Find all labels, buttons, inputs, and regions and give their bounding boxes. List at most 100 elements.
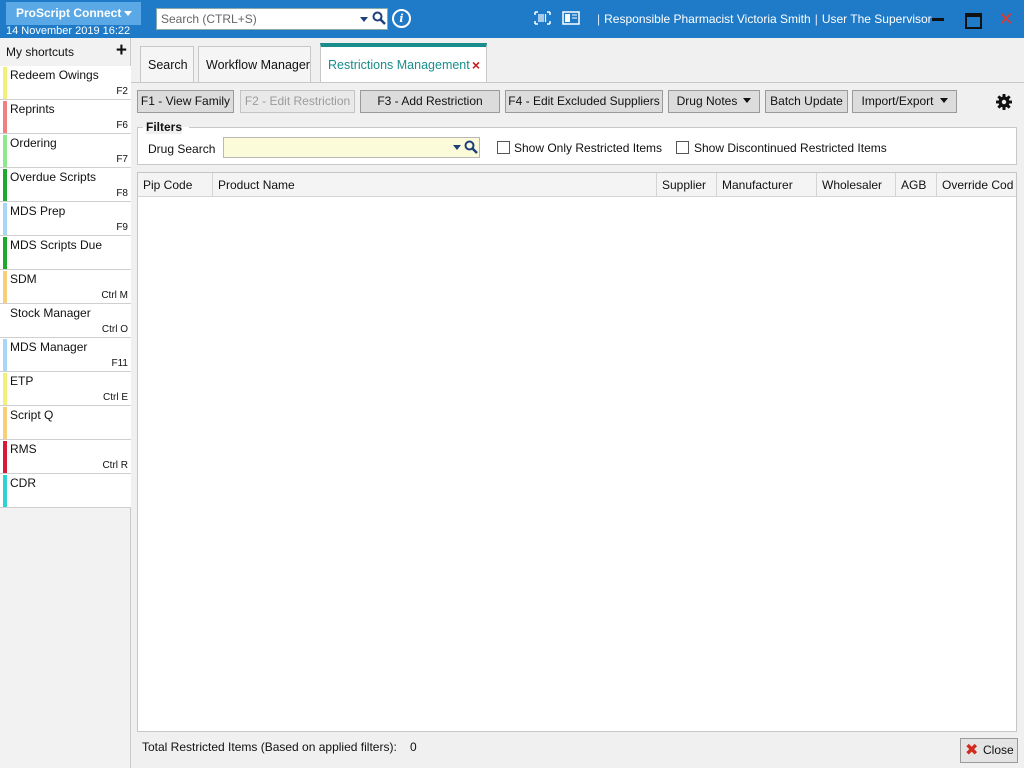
user-name[interactable]: The Supervisor [850,12,931,26]
shortcut-item[interactable]: SDM Ctrl M [0,270,131,304]
restrictions-grid[interactable]: Pip Code Product Name Supplier Manufactu… [137,172,1017,732]
shortcut-item[interactable]: CDR [0,474,131,508]
shortcut-key: Ctrl R [102,460,128,471]
column-header-product-name[interactable]: Product Name [213,173,657,197]
shortcut-color-bar [3,475,7,507]
tab-restrictions-management[interactable]: Restrictions Management × [320,43,487,83]
minimize-button[interactable] [929,10,947,28]
drug-notes-dropdown[interactable]: Drug Notes [668,90,760,113]
close-button[interactable]: ✖ Close [960,738,1018,763]
drug-search-input[interactable] [224,138,444,157]
shortcut-item[interactable]: Reprints F6 [0,100,131,134]
shortcut-key: Ctrl O [101,324,128,335]
shortcut-label: Stock Manager [10,306,91,320]
tab-search[interactable]: Search [140,46,194,82]
shortcut-color-bar [3,169,7,201]
global-search-box[interactable] [156,8,388,30]
batch-update-button[interactable]: Batch Update [765,90,848,113]
shortcuts-title: My shortcuts [6,45,75,59]
shortcut-item[interactable]: MDS Prep F9 [0,202,131,236]
tab-label: Restrictions Management [328,58,470,72]
drug-notes-label: Drug Notes [676,94,738,108]
edit-restriction-button[interactable]: F2 - Edit Restriction [240,90,355,113]
shortcut-item[interactable]: MDS Manager F11 [0,338,131,372]
search-icon[interactable] [464,140,478,154]
close-tab-icon[interactable]: × [472,47,480,84]
shortcut-item[interactable]: Ordering F7 [0,134,131,168]
global-search-input[interactable] [157,9,347,29]
shortcut-color-bar [3,305,7,337]
close-button-label: Close [983,743,1014,757]
drug-search-label: Drug Search [148,142,216,156]
shortcut-label: ETP [10,374,34,388]
shortcut-label: RMS [10,442,37,456]
shortcut-item[interactable]: ETP Ctrl E [0,372,131,406]
shortcut-key: F11 [111,358,129,369]
maximize-button[interactable] [963,10,982,29]
shortcut-item[interactable]: Script Q [0,406,131,440]
shortcut-color-bar [3,101,7,133]
shortcut-label: Script Q [10,408,54,422]
shortcut-color-bar [3,67,7,99]
show-only-restricted-label[interactable]: Show Only Restricted Items [514,141,662,155]
tab-label: Workflow Manager [206,58,310,72]
shortcuts-header: My shortcuts + [0,38,131,66]
shortcut-item[interactable]: Overdue Scripts F8 [0,168,131,202]
shortcut-color-bar [3,135,7,167]
column-header-wholesaler[interactable]: Wholesaler [817,173,896,197]
show-discontinued-checkbox[interactable] [676,141,689,154]
shortcut-key: Ctrl M [101,290,128,301]
total-restricted-label: Total Restricted Items (Based on applied… [142,740,397,754]
shortcut-color-bar [3,441,7,473]
close-window-icon[interactable]: ✕ [997,10,1015,28]
chevron-down-icon [124,11,132,16]
main-panel: Search Workflow Manager Restrictions Man… [131,38,1024,768]
shortcut-key: F2 [116,86,128,97]
search-dropdown-icon[interactable] [360,17,368,22]
shortcut-color-bar [3,271,7,303]
column-header-manufacturer[interactable]: Manufacturer [717,173,817,197]
shortcut-key: F9 [116,222,128,233]
grid-header: Pip Code Product Name Supplier Manufactu… [138,173,1016,197]
shortcut-item[interactable]: Redeem Owings F2 [0,66,131,100]
shortcut-color-bar [3,373,7,405]
tab-workflow-manager[interactable]: Workflow Manager [198,46,311,82]
shortcut-label: MDS Manager [10,340,88,354]
column-header-override-code[interactable]: Override Cod [937,173,1016,197]
shortcuts-sidebar: My shortcuts + Redeem Owings F2 Reprints F6… [0,38,131,768]
shortcut-color-bar [3,407,7,439]
app-menu-button[interactable]: ProScript Connect [6,2,141,25]
import-export-dropdown[interactable]: Import/Export [852,90,957,113]
column-header-agb[interactable]: AGB [896,173,937,197]
shortcut-label: Ordering [10,136,57,150]
shortcut-item[interactable]: MDS Scripts Due [0,236,131,270]
shortcut-label: Reprints [10,102,55,116]
column-header-supplier[interactable]: Supplier [657,173,717,197]
chevron-down-icon [743,98,752,103]
shortcut-item[interactable]: Stock Manager Ctrl O [0,304,131,338]
shortcut-item[interactable]: RMS Ctrl R [0,440,131,474]
gear-icon[interactable] [996,94,1012,110]
total-restricted-count: 0 [410,740,417,754]
drug-search-combobox[interactable] [223,137,480,158]
add-shortcut-icon[interactable]: + [116,41,127,61]
user-label: User [821,12,848,26]
shortcut-color-bar [3,339,7,371]
search-icon[interactable] [372,11,386,25]
edit-excluded-suppliers-button[interactable]: F4 - Edit Excluded Suppliers [505,90,663,113]
column-header-pip-code[interactable]: Pip Code [138,173,213,197]
import-export-label: Import/Export [861,94,934,108]
add-restriction-button[interactable]: F3 - Add Restriction [360,90,500,113]
pharmacist-name[interactable]: Victoria Smith [737,12,811,26]
info-icon[interactable]: i [392,9,411,28]
show-discontinued-label[interactable]: Show Discontinued Restricted Items [694,141,887,155]
barcode-icon[interactable] [534,11,551,25]
id-card-icon[interactable] [562,11,580,25]
close-icon: ✖ [965,742,979,759]
drug-search-dropdown-icon[interactable] [453,145,461,150]
tab-divider [131,82,1024,83]
view-family-button[interactable]: F1 - View Family [137,90,234,113]
shortcut-key: F7 [116,154,128,165]
show-only-restricted-checkbox[interactable] [497,141,510,154]
shortcut-label: CDR [10,476,36,490]
